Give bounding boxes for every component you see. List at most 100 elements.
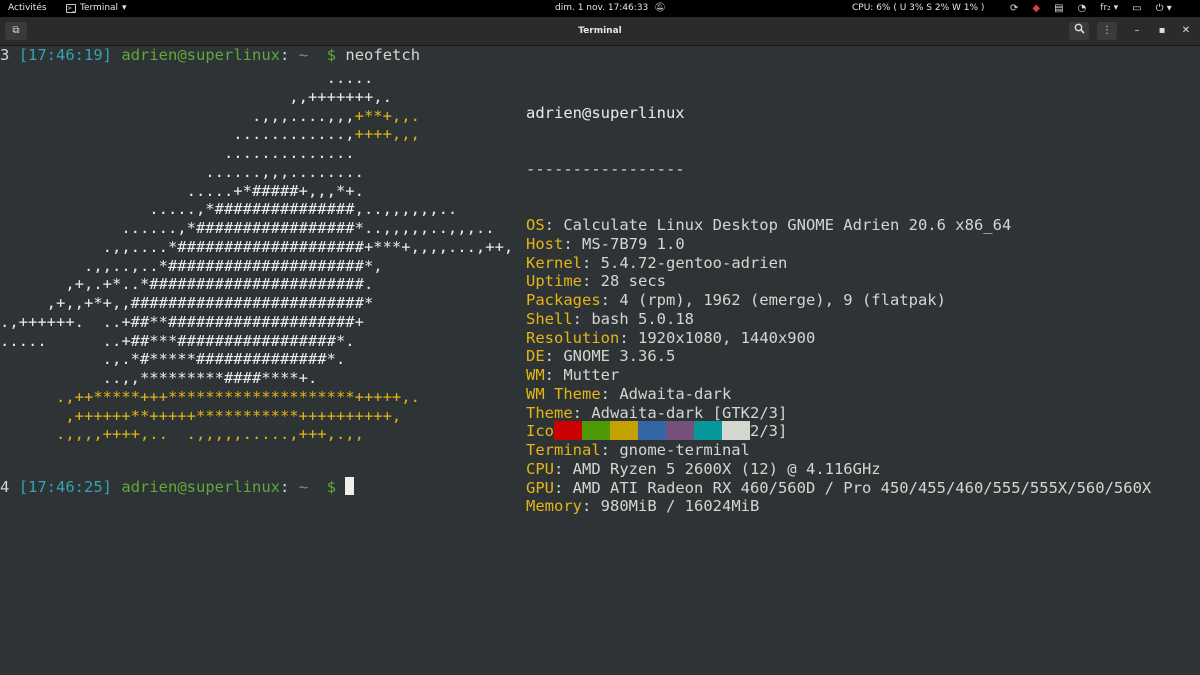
search-button[interactable] — [1069, 22, 1089, 40]
prompt-user: adrien@superlinux — [121, 46, 280, 64]
info-value: 980MiB / 16024MiB — [600, 497, 760, 516]
terminal-app-icon: >_ — [66, 4, 76, 13]
info-value: AMD Ryzen 5 2600X (12) @ 4.116GHz — [572, 459, 881, 478]
info-row: GPU: AMD ATI Radeon RX 460/560D / Pro 45… — [526, 479, 1151, 498]
ascii-art-row: .,,....*####################+***+,,,,...… — [0, 237, 514, 257]
info-label: Uptime — [526, 272, 582, 291]
activities-button[interactable]: Activités — [8, 0, 47, 17]
info-colon: : — [563, 234, 582, 253]
close-button[interactable]: ✕ — [1177, 22, 1195, 40]
info-colon: : — [600, 384, 620, 403]
info-label: WM Theme — [526, 384, 601, 403]
info-label: Terminal — [526, 441, 601, 459]
ascii-white-part: ,+,,+*+,,#########################* — [0, 294, 374, 312]
info-value: 4 (rpm), 1962 (emerge), 9 (flatpak) — [619, 291, 946, 309]
ascii-art-row: .,++*****+++********************+++++,. — [0, 388, 513, 407]
ascii-yellow-part: .,++*****+++********************+++++,. — [0, 387, 420, 406]
info-row: Kernel: 5.4.72-gentoo-adrien — [526, 254, 1151, 273]
ascii-white-part: .,.*#*****##############*. — [0, 350, 346, 369]
info-value: MS-7B79 1.0 — [582, 234, 685, 253]
info-row: Shell: bash 5.0.18 — [526, 310, 1151, 329]
clipboard-icon[interactable]: ▤ — [1054, 0, 1063, 17]
gnome-top-bar: Activités >_ Terminal ▾ dim. 1 nov. 17:4… — [0, 0, 1200, 17]
keyboard-layout-label: fr₂ — [1100, 3, 1111, 13]
info-colon: : — [554, 478, 573, 497]
ascii-white-part: ,,+++++++,. — [0, 87, 392, 106]
ascii-art-row: ..,,*********####****+. — [0, 369, 513, 388]
info-label: OS — [526, 216, 545, 234]
ascii-white-part: ......,,,........ — [0, 162, 364, 181]
info-colon: : — [554, 459, 573, 478]
info-label: Shell — [526, 309, 573, 328]
close-icon: ✕ — [1181, 25, 1191, 36]
minimize-icon: – — [1134, 25, 1140, 36]
ascii-yellow-part: .,,,,++++,.. .,,,,,.....,+++,.,, — [0, 425, 364, 444]
terminal-view[interactable]: 3 [17:46:19] adrien@superlinux: ~ $ neof… — [0, 45, 1200, 675]
maximize-icon: ▪ — [1158, 25, 1166, 36]
ascii-yellow-part: ,++++++**+++++***********++++++++++, — [0, 406, 402, 425]
menu-icon: ⋮ — [1102, 25, 1112, 36]
color-swatch — [666, 421, 694, 440]
prompt-user: adrien@superlinux — [121, 478, 280, 496]
info-row: OS: Calculate Linux Desktop GNOME Adrien… — [526, 216, 1151, 235]
color-swatch — [610, 421, 638, 440]
info-label: Kernel — [526, 253, 582, 272]
red-app-icon[interactable]: ◆ — [1032, 0, 1040, 17]
info-colon: : — [600, 441, 620, 459]
prompt-time: [17:46:19] — [18, 46, 113, 64]
system-monitor[interactable]: CPU: 6% ( U 3% S 2% W 1% ) — [852, 0, 984, 17]
ascii-white-part: .,,..,..*#####################*, — [0, 256, 383, 275]
info-row: Host: MS-7B79 1.0 — [526, 235, 1151, 254]
ascii-white-part: .,,....*####################+***+,,,,...… — [0, 237, 514, 256]
clock[interactable]: dim. 1 nov. 17:46:33 🔕︎ — [555, 0, 666, 17]
keyboard-layout[interactable]: fr₂ ▾ — [1100, 0, 1118, 17]
ascii-white-part: ......,*#################*..,,,,,..,,,.. — [0, 219, 495, 237]
color-palette — [554, 421, 750, 440]
prompt-path: ~ — [298, 478, 309, 496]
ascii-yellow-part: ++++,,, — [354, 125, 420, 144]
color-swatch — [582, 421, 610, 440]
ascii-art-row: .....+*#####+,,,*+. — [0, 182, 513, 201]
history-number: 4 — [0, 478, 10, 496]
ascii-art-row: ......,,,........ — [0, 163, 513, 182]
info-colon: : — [600, 291, 620, 309]
distro-ascii-logo: ..... ,,+++++++,. .,,,....,,,+**+,,. ...… — [0, 69, 513, 444]
ascii-art-row: ............,++++,,, — [0, 125, 513, 144]
prompt-line-1: 3 [17:46:19] adrien@superlinux: ~ $ neof… — [0, 46, 420, 65]
minimize-button[interactable]: – — [1128, 22, 1146, 40]
search-icon — [1074, 23, 1085, 34]
info-colon: : — [572, 309, 592, 328]
info-colon: : — [582, 253, 601, 272]
gauge-icon[interactable]: ◔ — [1078, 0, 1087, 17]
ascii-white-part: .....,*###############,..,,,,,,.. — [0, 200, 458, 219]
prompt-dollar: $ — [326, 46, 337, 64]
ascii-art-row: .,,..,..*#####################*, — [0, 257, 513, 276]
ascii-art-row: ,+,.+*..*#######################. — [0, 275, 513, 294]
hamburger-menu-button[interactable]: ⋮ — [1097, 22, 1117, 40]
ascii-white-part: ............, — [0, 125, 355, 144]
color-swatch — [694, 421, 722, 440]
ascii-art-row: ,,+++++++,. — [0, 88, 513, 107]
prompt-dollar: $ — [326, 478, 337, 496]
info-label: CPU — [526, 459, 554, 478]
ascii-white-part: ,+,.+*..*#######################. — [0, 275, 374, 294]
color-swatch — [638, 421, 666, 440]
ascii-art-row: .,,,....,,,+**+,,. — [0, 107, 513, 126]
ascii-art-row: .............. — [0, 144, 513, 163]
info-row: Packages: 4 (rpm), 1962 (emerge), 9 (fla… — [526, 291, 1151, 310]
screen-icon[interactable]: ▭ — [1132, 0, 1141, 17]
power-icon[interactable]: ⏻ ▾ — [1156, 0, 1172, 17]
ascii-white-part: .....+*#####+,,,*+. — [0, 181, 364, 200]
info-label: WM — [526, 366, 545, 384]
command-text: neofetch — [345, 46, 421, 64]
maximize-button[interactable]: ▪ — [1153, 22, 1171, 40]
info-row: Uptime: 28 secs — [526, 272, 1151, 291]
info-value: GNOME 3.36.5 — [563, 347, 676, 366]
info-label: Resolution — [526, 328, 620, 347]
info-row: Theme: Adwaita-dark [GTK2/3] — [526, 404, 1151, 423]
info-label: Memory — [526, 497, 582, 516]
sync-icon[interactable]: ⟳ — [1010, 0, 1018, 17]
info-row: Resolution: 1920x1080, 1440x900 — [526, 329, 1151, 348]
window-title: Terminal — [578, 26, 622, 36]
app-menu[interactable]: >_ Terminal ▾ — [66, 0, 127, 17]
